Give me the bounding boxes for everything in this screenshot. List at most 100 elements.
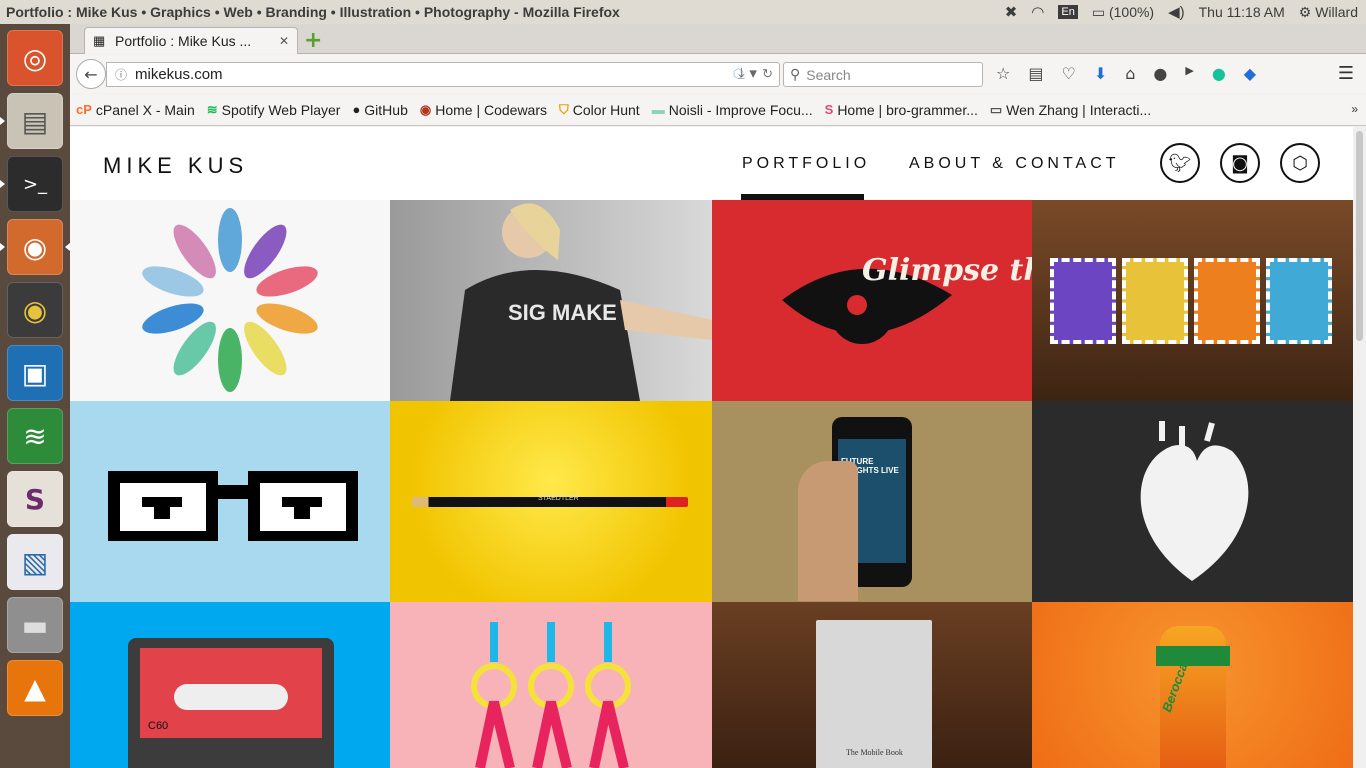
- reload-icon[interactable]: ↻: [762, 66, 773, 82]
- bookmark-item[interactable]: ● GitHub: [352, 102, 407, 118]
- nav-about-contact[interactable]: ABOUT & CONTACT: [909, 155, 1120, 173]
- tile-cassette[interactable]: C60: [70, 602, 390, 768]
- instagram-button[interactable]: ◙: [1220, 143, 1260, 183]
- chat-icon[interactable]: ●: [1153, 64, 1167, 83]
- bookmark-item[interactable]: ▭ Wen Zhang | Interacti...: [990, 102, 1151, 118]
- terminal-launcher[interactable]: >_: [0, 156, 63, 212]
- hex-logo-button[interactable]: ⬡: [1280, 143, 1320, 183]
- cassette-label: C60: [140, 648, 322, 738]
- bookmark-star-icon[interactable]: ☆: [996, 64, 1010, 83]
- web-page: MIKE KUS PORTFOLIO ABOUT & CONTACT 🐦︎ ◙ …: [70, 127, 1353, 768]
- bookmark-item[interactable]: cP cPanel X - Main: [76, 102, 195, 118]
- tile-pink-rings[interactable]: [390, 602, 712, 768]
- tile-phone[interactable]: FUTURE INSIGHTS LIVE: [712, 401, 1032, 602]
- close-tab-icon[interactable]: ✕: [279, 34, 289, 48]
- hamburger-icon: ☰: [1337, 63, 1354, 84]
- impress-launcher[interactable]: ▧: [7, 534, 63, 590]
- tile-pixel-glasses[interactable]: [70, 401, 390, 602]
- tile-tshirt-photo[interactable]: SIG MAKE: [390, 200, 712, 401]
- search-placeholder: Search: [806, 66, 851, 83]
- search-bar[interactable]: ⚲ Search: [783, 62, 983, 87]
- stamp: [1122, 258, 1188, 344]
- vlc-launcher[interactable]: ▲: [7, 660, 63, 716]
- bookmark-item[interactable]: ⛉ Color Hunt: [559, 102, 640, 118]
- page-scrollbar[interactable]: [1353, 127, 1366, 768]
- files-launcher[interactable]: ▤: [0, 93, 63, 149]
- scrollbar-thumb[interactable]: [1356, 131, 1363, 341]
- battery-percent: (100%): [1108, 3, 1155, 20]
- tile-heart[interactable]: [1032, 401, 1353, 602]
- bookmark-label: GitHub: [364, 101, 408, 118]
- color-hunt-icon: ⛉: [559, 101, 569, 117]
- tile-pencil[interactable]: STAEDTLER: [390, 401, 712, 602]
- downloads-button[interactable]: ⤓ ▾: [738, 64, 757, 82]
- folder-page-icon: ▭: [989, 101, 1003, 117]
- volume-icon[interactable]: ◀): [1168, 3, 1185, 21]
- tshirt-print: SIG MAKE: [508, 300, 617, 325]
- tile-glimpse-future[interactable]: Glimpse the Future: [712, 200, 1032, 401]
- new-tab-button[interactable]: +: [304, 28, 322, 53]
- clock[interactable]: Thu 11:18 AM: [1199, 4, 1285, 20]
- pencil-brand: STAEDTLER: [538, 495, 579, 502]
- cassette: C60: [128, 638, 334, 768]
- tab-portfolio[interactable]: ▦ Portfolio : Mike Kus ... ✕: [84, 27, 298, 54]
- app-grid-launcher[interactable]: ▣: [7, 345, 63, 401]
- home-icon[interactable]: ⌂: [1125, 64, 1135, 83]
- ubuntu-dash-button[interactable]: ◎: [7, 30, 63, 86]
- tile-berocca[interactable]: Berocca: [1032, 602, 1353, 768]
- wifi-icon[interactable]: ◠: [1031, 3, 1044, 21]
- site-info-icon[interactable]: ⓘ: [115, 66, 127, 83]
- stamp: [1266, 258, 1332, 344]
- site-logo[interactable]: MIKE KUS: [103, 153, 248, 179]
- twitter-button[interactable]: 🐦︎: [1160, 143, 1200, 183]
- glimpse-title: Glimpse the Future: [862, 253, 1032, 288]
- extension-icon[interactable]: ◆: [1244, 64, 1256, 83]
- site-header: MIKE KUS PORTFOLIO ABOUT & CONTACT 🐦︎ ◙ …: [70, 127, 1353, 200]
- window-title: Portfolio : Mike Kus • Graphics • Web • …: [6, 4, 620, 20]
- top-panel: Portfolio : Mike Kus • Graphics • Web • …: [0, 0, 1366, 24]
- chrome-launcher[interactable]: ◉: [7, 282, 63, 338]
- battery-indicator[interactable]: ▭ (100%): [1092, 4, 1154, 21]
- stamp: [1194, 258, 1260, 344]
- tab-bar: ▦ Portfolio : Mike Kus ... ✕ +: [70, 24, 1366, 54]
- menu-button[interactable]: ☰: [1338, 63, 1354, 84]
- reading-list-icon[interactable]: ▤: [1028, 64, 1043, 83]
- keyboard-lang-indicator[interactable]: En: [1058, 5, 1078, 19]
- back-button[interactable]: ←: [76, 59, 106, 89]
- tile-leaves[interactable]: [70, 200, 390, 401]
- github-icon: ●: [352, 102, 361, 117]
- bookmarks-toolbar: cP cPanel X - Main ≋ Spotify Web Player ● G…: [70, 94, 1366, 126]
- url-bar[interactable]: ⓘ mikekus.com ⬡ ↻: [106, 62, 780, 87]
- app-grid-icon: ▣: [21, 356, 49, 390]
- bookmark-item[interactable]: ≋ Spotify Web Player: [207, 102, 341, 118]
- noisli-icon: ▬: [651, 102, 665, 117]
- grammarly-icon[interactable]: ●: [1212, 64, 1226, 83]
- bookmark-label: Spotify Web Player: [221, 101, 341, 118]
- gear-icon: ⚙: [1298, 3, 1312, 20]
- user-menu[interactable]: ⚙ Willard: [1299, 4, 1358, 21]
- bookmark-item[interactable]: ▬ Noisli - Improve Focu...: [652, 102, 813, 118]
- tab-label: Portfolio : Mike Kus ...: [115, 33, 252, 49]
- codewars-icon: ◉: [419, 101, 432, 117]
- disk-launcher[interactable]: ▬: [7, 597, 63, 653]
- chrome-icon: ◉: [22, 293, 48, 327]
- spotify-launcher[interactable]: ≋: [7, 408, 63, 464]
- typographic-heart-illustration: [1140, 421, 1249, 581]
- tile-stamps[interactable]: [1032, 200, 1353, 401]
- nav-portfolio[interactable]: PORTFOLIO: [742, 155, 870, 173]
- firefox-launcher[interactable]: ◉: [0, 219, 70, 275]
- cassette-window: [174, 684, 288, 710]
- dropbox-icon[interactable]: ✖: [1005, 3, 1018, 21]
- bookmark-item[interactable]: ◉ Home | Codewars: [420, 102, 547, 118]
- book-cover: The Mobile Book: [816, 620, 932, 768]
- bookmarks-overflow-icon[interactable]: »: [1351, 102, 1358, 116]
- youtube-icon[interactable]: ▶: [1185, 64, 1193, 83]
- bookmark-item[interactable]: S Home | bro-grammer...: [825, 102, 978, 118]
- battery-icon: ▭: [1091, 3, 1106, 20]
- slack-launcher[interactable]: S: [7, 471, 63, 527]
- tile-mobile-book[interactable]: The Mobile Book: [712, 602, 1032, 768]
- pocket-icon[interactable]: ♡: [1061, 64, 1075, 83]
- user-name: Willard: [1315, 3, 1358, 20]
- download-icon[interactable]: ⬇: [1094, 64, 1107, 83]
- bookmark-label: cPanel X - Main: [95, 101, 195, 118]
